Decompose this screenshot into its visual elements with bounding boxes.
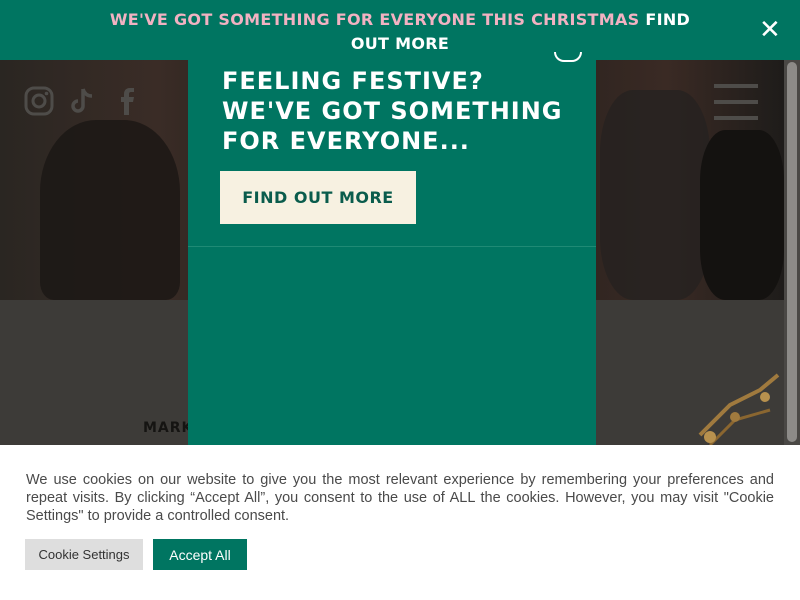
tiktok-icon[interactable] (68, 86, 98, 116)
close-icon[interactable]: ✕ (758, 17, 782, 43)
promo-banner: WE'VE GOT SOMETHING FOR EVERYONE THIS CH… (0, 0, 800, 60)
banner-text: WE'VE GOT SOMETHING FOR EVERYONE THIS CH… (109, 10, 640, 29)
find-out-more-button[interactable]: FIND OUT MORE (220, 171, 416, 224)
cookie-banner: We use cookies on our website to give yo… (0, 445, 800, 600)
menu-icon[interactable] (714, 84, 758, 120)
hero-figure (700, 130, 784, 300)
modal-close-icon[interactable] (554, 52, 582, 62)
hero-figure (600, 90, 710, 300)
modal-title: FEELING FESTIVE? WE'VE GOT SOMETHING FOR… (222, 67, 563, 155)
cookie-message: We use cookies on our website to give yo… (26, 472, 774, 524)
social-links (24, 86, 142, 116)
promo-modal: FEELING FESTIVE? WE'VE GOT SOMETHING FOR… (188, 52, 596, 450)
facebook-icon[interactable] (112, 86, 142, 116)
instagram-icon[interactable] (24, 86, 54, 116)
scrollbar-thumb[interactable] (787, 62, 797, 442)
hero-figure (40, 120, 180, 300)
reindeer-decoration (698, 373, 780, 447)
section-heading: MARK (143, 420, 194, 436)
modal-divider (188, 246, 596, 247)
accept-all-button[interactable]: Accept All (153, 539, 247, 570)
cookie-settings-button[interactable]: Cookie Settings (25, 539, 143, 570)
